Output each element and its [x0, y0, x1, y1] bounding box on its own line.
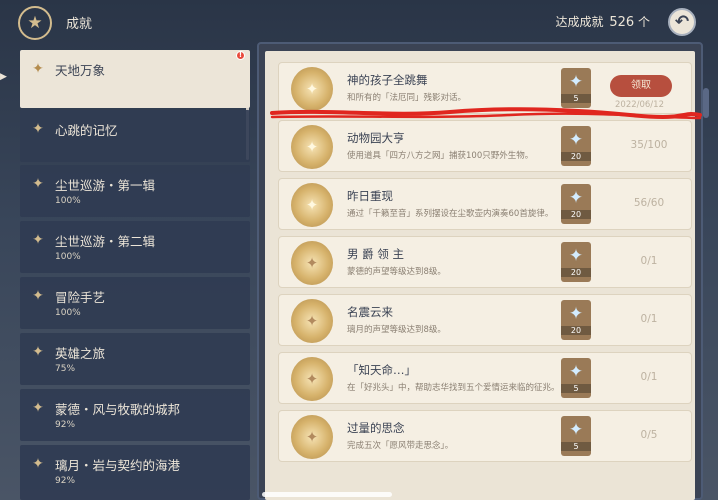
- medal-icon: ✦: [32, 344, 44, 360]
- category-percent: 75%: [55, 364, 76, 374]
- category-percent: 92%: [55, 420, 76, 430]
- achievement-progress: 0/1: [640, 313, 658, 325]
- reward-primogem: ✦ 20: [561, 184, 591, 224]
- category-item[interactable]: ✦ 蒙德・风与牧歌的城邦 92%: [20, 389, 250, 441]
- achievement-title: 名震云来: [347, 305, 393, 319]
- category-name: 英雄之旅: [55, 346, 106, 361]
- category-item[interactable]: ✦ 心跳的记忆: [20, 110, 250, 162]
- achievement-progress: 56/60: [633, 197, 665, 209]
- reward-primogem: ✦ 20: [561, 126, 591, 166]
- back-arrow-icon: ↶: [674, 12, 690, 32]
- reward-primogem: ✦ 5: [561, 416, 591, 456]
- category-name: 心跳的记忆: [55, 123, 118, 138]
- header-bar: ★ 成就 达成成就 526 个 ↶: [0, 0, 718, 44]
- medal-icon: ✦: [32, 61, 44, 77]
- achievement-description: 蒙德的声望等级达到8级。: [347, 267, 446, 277]
- primogem-icon: ✦: [568, 304, 584, 324]
- achievement-progress: 0/5: [640, 429, 658, 441]
- achievement-title: 过量的思念: [347, 421, 405, 435]
- medal-icon: ✦: [32, 232, 44, 248]
- achievement-count-unit: 个: [637, 15, 650, 29]
- medal-icon: ✦: [32, 121, 44, 137]
- primogem-icon: ✦: [568, 130, 584, 150]
- reward-quantity: 20: [561, 210, 591, 219]
- page-title: 成就: [66, 17, 93, 32]
- achievement-title: 昨日重现: [347, 189, 393, 203]
- achievement-description: 在「好兆头」中，帮助志华找到五个爱情运来临的征兆。: [347, 383, 560, 393]
- achievement-row: ✦ 名震云来 璃月的声望等级达到8级。 ✦ 20 0/1: [278, 294, 692, 346]
- back-button[interactable]: ↶: [668, 8, 696, 36]
- reward-quantity: 20: [561, 152, 591, 161]
- reward-quantity: 5: [561, 442, 591, 451]
- achievement-description: 完成五次「愿风带走思念」。: [347, 441, 454, 451]
- medal-icon: ✦: [32, 400, 44, 416]
- red-annotation-line: [270, 107, 702, 120]
- category-percent: 100%: [55, 308, 81, 318]
- category-item[interactable]: ✦ 尘世巡游・第一辑 100%: [20, 165, 250, 217]
- selected-arrow-icon: ▶: [0, 72, 7, 82]
- achievement-title: 神的孩子全跳舞: [347, 73, 428, 87]
- primogem-icon: ✦: [568, 420, 584, 440]
- achievement-count-label: 达成成就: [555, 15, 604, 29]
- category-item[interactable]: ✦ 冒险手艺 100%: [20, 277, 250, 329]
- medal-icon: ✦: [32, 288, 44, 304]
- reward-quantity: 20: [561, 268, 591, 277]
- medal-icon: ✦: [32, 176, 44, 192]
- category-name: 冒险手艺: [55, 290, 106, 305]
- achievement-description: 和所有的「法厄同」残影对话。: [347, 93, 467, 103]
- category-item[interactable]: ✦ 英雄之旅 75%: [20, 333, 250, 385]
- reward-quantity: 5: [561, 384, 591, 393]
- category-name: 蒙德・风与牧歌的城邦: [55, 402, 181, 417]
- home-indicator: [262, 492, 392, 497]
- achievement-title: 「知天命…」: [347, 363, 416, 377]
- achievement-medal-icon: ✦: [291, 183, 333, 227]
- achievement-row: ✦ 动物园大亨 使用道具「四方八方之网」捕获100只野外生物。 ✦ 20 35/…: [278, 120, 692, 172]
- achievement-description: 通过「千籁至音」系列摆设在尘歌壶内演奏60首旋律。: [347, 209, 554, 219]
- reward-quantity: 5: [561, 94, 591, 103]
- achievement-medal-icon: ✦: [291, 299, 333, 343]
- category-percent: 100%: [55, 196, 81, 206]
- achievement-medal-icon: ✦: [291, 125, 333, 169]
- achievement-count-value: 526: [609, 15, 635, 30]
- achievement-row: ✦ 「知天命…」 在「好兆头」中，帮助志华找到五个爱情运来临的征兆。 ✦ 5 0…: [278, 352, 692, 404]
- reward-primogem: ✦ 20: [561, 300, 591, 340]
- medal-icon: ✦: [32, 456, 44, 472]
- category-percent: 100%: [55, 252, 81, 262]
- category-name: 尘世巡游・第二辑: [55, 234, 156, 249]
- achievement-progress: 0/1: [640, 371, 658, 383]
- primogem-icon: ✦: [568, 362, 584, 382]
- achievement-count: 达成成就 526 个: [555, 13, 650, 30]
- achievement-progress: 35/100: [630, 139, 668, 151]
- reward-quantity: 20: [561, 326, 591, 335]
- achievement-row: ✦ 昨日重现 通过「千籁至音」系列摆设在尘歌壶内演奏60首旋律。 ✦ 20 56…: [278, 178, 692, 230]
- achievement-progress: 0/1: [640, 255, 658, 267]
- primogem-icon: ✦: [568, 188, 584, 208]
- achievement-medal-icon: ✦: [291, 415, 333, 459]
- achievement-row: ✦ 男 爵 领 主 蒙德的声望等级达到8级。 ✦ 20 0/1: [278, 236, 692, 288]
- category-percent: 92%: [55, 476, 76, 486]
- achievement-title: 动物园大亨: [347, 131, 405, 145]
- category-item-selected[interactable]: ✦ 天地万象: [20, 50, 250, 108]
- panel-side-tab: [703, 88, 709, 118]
- category-item[interactable]: ✦ 尘世巡游・第二辑 100%: [20, 221, 250, 273]
- primogem-icon: ✦: [568, 72, 584, 92]
- category-name: 尘世巡游・第一辑: [55, 178, 156, 193]
- achievement-description: 璃月的声望等级达到8级。: [347, 325, 446, 335]
- achievement-description: 使用道具「四方八方之网」捕获100只野外生物。: [347, 151, 534, 161]
- category-name: 璃月・岩与契约的海港: [55, 458, 181, 473]
- category-name: 天地万象: [55, 63, 106, 78]
- achievement-title: 男 爵 领 主: [347, 247, 404, 261]
- category-item[interactable]: ✦ 璃月・岩与契约的海港 92%: [20, 445, 250, 500]
- reward-primogem: ✦ 20: [561, 242, 591, 282]
- achievement-emblem-icon: ★: [18, 6, 52, 40]
- achievement-medal-icon: ✦: [291, 357, 333, 401]
- claim-button[interactable]: 领取: [610, 75, 672, 97]
- achievement-medal-icon: ✦: [291, 241, 333, 285]
- primogem-icon: ✦: [568, 246, 584, 266]
- reward-primogem: ✦ 5: [561, 68, 591, 108]
- notification-badge: !: [236, 51, 245, 60]
- reward-primogem: ✦ 5: [561, 358, 591, 398]
- achievement-row: ✦ 过量的思念 完成五次「愿风带走思念」。 ✦ 5 0/5: [278, 410, 692, 462]
